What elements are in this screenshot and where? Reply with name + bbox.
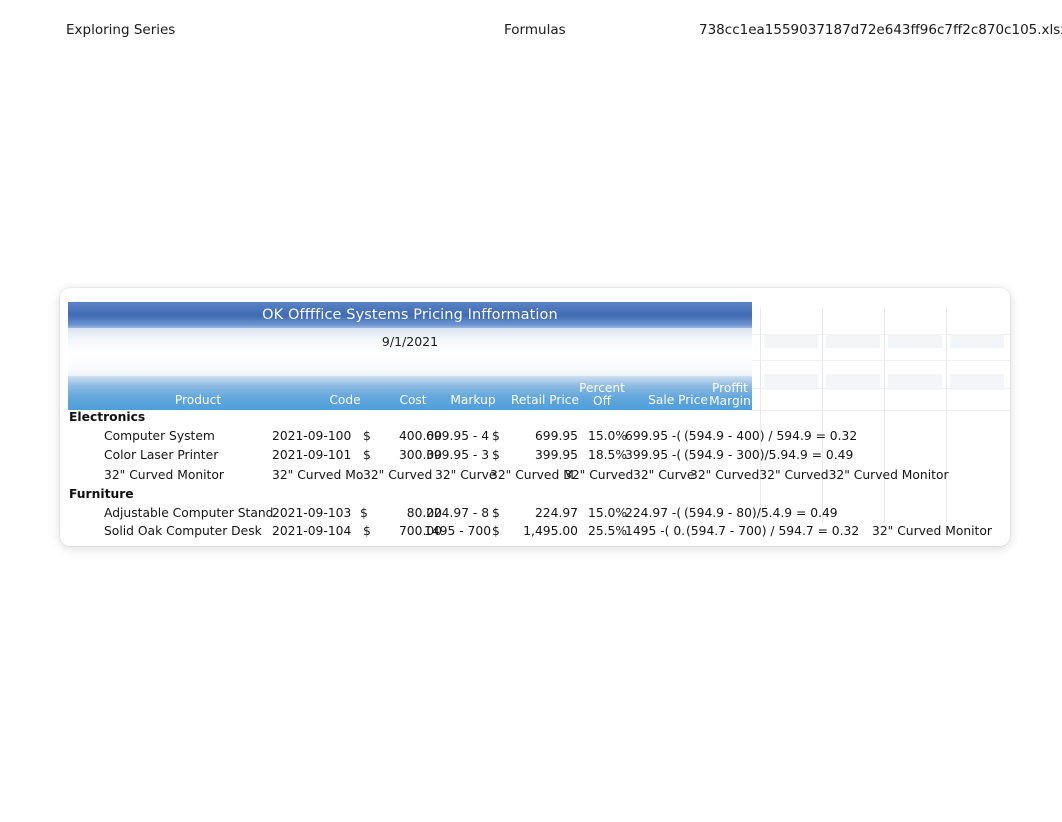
column-header-percent-off: Percent Off bbox=[568, 382, 636, 407]
cell-retail-price: 399.95 bbox=[534, 448, 578, 462]
column-header-profit-margin-line1: Proffit bbox=[712, 381, 748, 395]
column-header-percent-off-line2: Off bbox=[593, 393, 611, 408]
cell-sale-price: 699.95 -( bbox=[625, 429, 682, 443]
cell-markup: 699.95 - 4 bbox=[426, 429, 490, 443]
cell-profit-margin: 32" Curved32" Curved32" Curved Monitor bbox=[690, 468, 949, 482]
cell-retail-price: 699.95 bbox=[534, 429, 578, 443]
cell-markup: 224.97 - 8 bbox=[426, 506, 490, 520]
cell-cost-symbol: $ bbox=[360, 506, 368, 520]
cell-markup: 1495 - 700 bbox=[424, 524, 492, 538]
cell-retail-price: 32" Curved M bbox=[490, 468, 574, 482]
header-center-text: Formulas bbox=[504, 22, 566, 38]
cell-percent-off: 25.5% bbox=[588, 524, 628, 538]
column-header-percent-off-line1: Percent bbox=[579, 381, 625, 395]
cell-code: 2021-09-103 bbox=[272, 506, 352, 520]
cell-code: 32" Curved Mo bbox=[272, 468, 364, 482]
cell-retail-price: 1,495.00 bbox=[523, 524, 578, 538]
cell-retail-symbol: $ bbox=[492, 506, 500, 520]
cell-profit-margin: (594.9 - 400) / 594.9 = 0.32 bbox=[684, 429, 858, 443]
cell-product: Color Laser Printer bbox=[104, 448, 219, 462]
cell-sale-price: 1495 -( 0. bbox=[625, 524, 686, 538]
table-row[interactable]: 32" Curved Monitor 32" Curved Mo 32" Cur… bbox=[60, 468, 1010, 487]
table-row[interactable]: Solid Oak Computer Desk 2021-09-104 $ 70… bbox=[60, 524, 1010, 543]
table-row[interactable]: Color Laser Printer 2021-09-101 $ 300.00… bbox=[60, 448, 1010, 467]
cell-profit-margin: (594.7 - 700) / 594.7 = 0.32 bbox=[686, 524, 860, 538]
cell-retail-symbol: $ bbox=[492, 429, 500, 443]
sheet-date: 9/1/2021 bbox=[381, 333, 439, 349]
cell-profit-margin: (594.9 - 80)/5.4.9 = 0.49 bbox=[684, 506, 838, 520]
cell-sale-price: 399.95 -( bbox=[625, 448, 682, 462]
pricing-table-card: OK Offffice Systems Pricing Infformation… bbox=[60, 288, 1010, 546]
cell-retail-price: 224.97 bbox=[534, 506, 578, 520]
cell-markup: 399.95 - 3 bbox=[426, 448, 490, 462]
table-row[interactable]: Computer System 2021-09-100 $ 400.00 699… bbox=[60, 429, 1010, 448]
sheet-date-band: 9/1/2021 bbox=[68, 328, 752, 354]
table-group-furniture: Furniture bbox=[60, 487, 1010, 506]
sheet-title-bar: OK Offffice Systems Pricing Infformation bbox=[68, 302, 752, 328]
cell-cost-symbol: $ bbox=[363, 524, 371, 538]
cell-markup: 32" Curve bbox=[435, 468, 497, 482]
cell-cost-symbol: $ bbox=[363, 448, 371, 462]
cell-code: 2021-09-101 bbox=[272, 448, 352, 462]
cell-percent-off: 18.5% bbox=[588, 448, 628, 462]
cell-percent-off: 15.0% bbox=[588, 506, 628, 520]
cell-sale-price: 224.97 -( bbox=[625, 506, 682, 520]
group-label: Furniture bbox=[69, 487, 134, 501]
cell-percent-off: 32" Curved bbox=[564, 468, 634, 482]
group-label: Electronics bbox=[69, 410, 146, 424]
header-filename: 738cc1ea1559037187d72e643ff96c7ff2c870c1… bbox=[699, 22, 1062, 38]
sheet-spacer-band bbox=[68, 354, 752, 376]
table-column-headers: Product Code Cost Markup Retail Price Pe… bbox=[68, 376, 752, 410]
cell-code: 2021-09-104 bbox=[272, 524, 352, 538]
column-header-product: Product bbox=[174, 393, 222, 407]
cell-overflow: 32" Curved Monitor bbox=[872, 524, 992, 538]
table-row[interactable]: Adjustable Computer Stand 2021-09-103 $ … bbox=[60, 506, 1010, 525]
sheet-title: OK Offffice Systems Pricing Infformation bbox=[262, 307, 558, 323]
cell-sale-price: 32" Curve bbox=[633, 468, 695, 482]
cell-code: 2021-09-100 bbox=[272, 429, 352, 443]
cell-product: Adjustable Computer Stand bbox=[104, 506, 274, 520]
cell-cost-symbol: $ bbox=[363, 429, 371, 443]
column-header-profit-margin-line2: Margin bbox=[709, 393, 751, 408]
cell-profit-margin: (594.9 - 300)/5.94.9 = 0.49 bbox=[684, 448, 854, 462]
table-group-electronics: Electronics bbox=[60, 410, 1010, 429]
document-header: Exploring Series Formulas 738cc1ea155903… bbox=[0, 0, 1062, 60]
column-header-profit-margin: Proffit Margin bbox=[696, 382, 764, 407]
header-left-text: Exploring Series bbox=[66, 22, 176, 38]
cell-cost: 32" Curved bbox=[363, 468, 433, 482]
table-body: Electronics Computer System 2021-09-100 … bbox=[60, 410, 1010, 538]
cell-product: Computer System bbox=[104, 429, 215, 443]
cell-product: Solid Oak Computer Desk bbox=[104, 524, 262, 538]
cell-retail-symbol: $ bbox=[492, 448, 500, 462]
cell-percent-off: 15.0% bbox=[588, 429, 628, 443]
cell-product: 32" Curved Monitor bbox=[104, 468, 224, 482]
